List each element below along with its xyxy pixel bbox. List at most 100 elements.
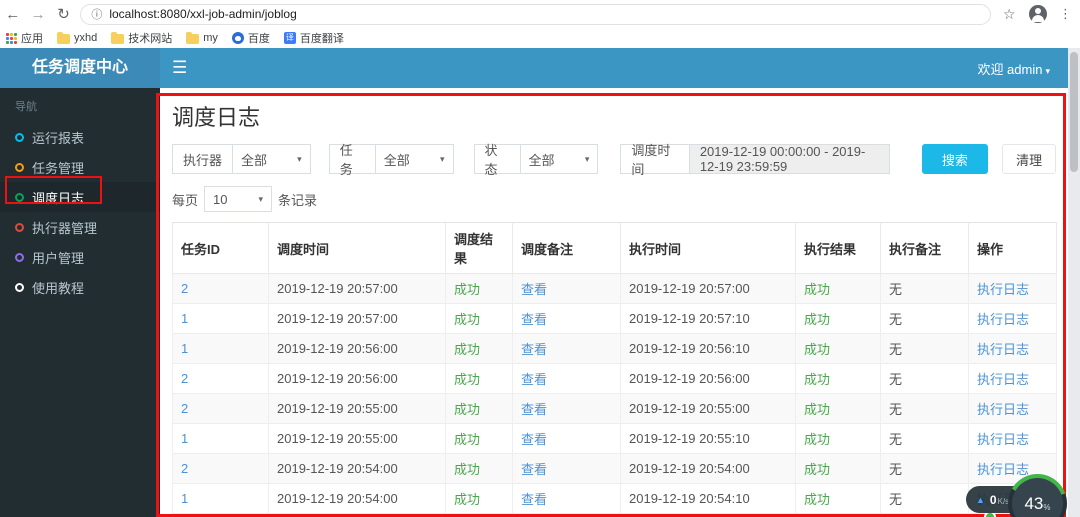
table-cell: 2 — [172, 453, 269, 484]
pagesize-select[interactable]: 10 ▾ — [204, 186, 273, 212]
exec-log-link[interactable]: 执行日志 — [977, 432, 1029, 447]
table-cell: 2019-12-19 20:55:10 — [620, 423, 796, 454]
sidebar-item-用户管理[interactable]: 用户管理 — [0, 242, 160, 272]
table-row: 2 2019-12-19 20:56:00 成功 查看 2019-12-19 20:56… — [172, 363, 1057, 394]
table-cell: 1 — [172, 483, 269, 514]
bookmark-apps[interactable]: 应用 — [6, 30, 43, 46]
sidebar-item-调度日志[interactable]: 调度日志 — [0, 182, 160, 212]
page-scrollbar[interactable] — [1068, 48, 1080, 517]
table-cell: 执行日志 — [968, 363, 1057, 394]
sidebar: 导航 运行报表 任务管理 调度日志 执行器管理 用户管理 使用教程 — [0, 88, 160, 517]
sidebar-item-执行器管理[interactable]: 执行器管理 — [0, 212, 160, 242]
bookmark-folder-yxhd[interactable]: yxhd — [57, 31, 97, 44]
chevron-down-icon: ▾ — [440, 153, 445, 164]
job-id-link[interactable]: 2 — [181, 461, 188, 476]
table-cell: 无 — [880, 453, 969, 484]
bookmarks-bar: 应用 yxhd 技术网站 my 百度 译 百度翻译 — [0, 28, 1080, 48]
table-cell: 成功 — [445, 273, 513, 304]
dispatch-note-link[interactable]: 查看 — [521, 372, 547, 387]
bookmark-star-icon[interactable]: ☆ — [1003, 6, 1016, 23]
brand-logo[interactable]: 任务调度中心 — [0, 48, 160, 88]
dispatch-note-link[interactable]: 查看 — [521, 462, 547, 477]
job-id-link[interactable]: 1 — [181, 311, 188, 326]
column-header: 操作 — [968, 222, 1057, 274]
job-id-link[interactable]: 1 — [181, 341, 188, 356]
dispatch-note-link[interactable]: 查看 — [521, 342, 547, 357]
search-button[interactable]: 搜索 — [921, 144, 989, 174]
column-header: 调度备注 — [512, 222, 621, 274]
status-filter-label: 状态 — [473, 143, 520, 177]
profile-avatar[interactable] — [1029, 5, 1047, 23]
chevron-down-icon: ▾ — [1045, 65, 1050, 76]
sidebar-item-label: 调度日志 — [32, 190, 85, 206]
job-id-link[interactable]: 1 — [181, 431, 188, 446]
forward-icon[interactable]: → — [25, 6, 50, 23]
bookmark-folder-my[interactable]: my — [186, 31, 218, 44]
dispatch-note-link[interactable]: 查看 — [521, 312, 547, 327]
dispatch-time: 2019-12-19 20:56:00 — [277, 341, 398, 356]
job-select[interactable]: 全部 ▾ — [374, 144, 454, 174]
exec-result: 成功 — [804, 312, 831, 327]
table-cell: 成功 — [795, 363, 881, 394]
table-cell: 成功 — [795, 483, 881, 514]
dispatch-note-link[interactable]: 查看 — [521, 282, 547, 297]
table-cell: 执行日志 — [968, 423, 1057, 454]
time-filter: 调度时间 2019-12-19 00:00:00 - 2019-12-19 23… — [620, 143, 890, 177]
chevron-down-icon: ▾ — [584, 153, 590, 164]
exec-log-link[interactable]: 执行日志 — [977, 312, 1029, 327]
job-id-link[interactable]: 2 — [181, 401, 188, 416]
exec-result: 成功 — [804, 372, 831, 387]
job-filter: 任务 全部 ▾ — [328, 143, 454, 177]
exec-log-link[interactable]: 执行日志 — [977, 402, 1029, 417]
executor-select[interactable]: 全部 ▾ — [232, 144, 311, 174]
page-info-icon[interactable]: ⓘ — [91, 6, 102, 22]
table-cell: 成功 — [795, 333, 881, 364]
table-cell: 成功 — [445, 333, 513, 364]
time-range-input[interactable]: 2019-12-19 00:00:00 - 2019-12-19 23:59:5… — [688, 144, 890, 174]
bookmark-folder-tech[interactable]: 技术网站 — [111, 30, 172, 46]
scrollbar-thumb[interactable] — [1070, 52, 1078, 172]
dispatch-note-link[interactable]: 查看 — [521, 492, 547, 507]
sidebar-item-运行报表[interactable]: 运行报表 — [0, 122, 160, 152]
table-cell: 2019-12-19 20:54:00 — [620, 453, 796, 484]
table-cell: 成功 — [445, 483, 513, 514]
apps-grid-icon — [6, 32, 17, 44]
sidebar-toggle-icon[interactable]: ☰ — [172, 58, 187, 78]
url-text[interactable]: localhost:8080/xxl-job-admin/joblog — [109, 7, 296, 21]
dispatch-note-link[interactable]: 查看 — [521, 402, 547, 417]
job-id-link[interactable]: 2 — [181, 371, 188, 386]
exec-log-link[interactable]: 执行日志 — [977, 372, 1029, 387]
translate-icon: 译 — [283, 32, 296, 44]
job-id-link[interactable]: 1 — [181, 491, 188, 506]
browser-menu-icon[interactable]: ⋮ — [1059, 6, 1072, 22]
table-cell: 查看 — [512, 273, 621, 304]
table-cell: 2019-12-19 20:55:00 — [268, 423, 446, 454]
back-icon[interactable]: ← — [0, 6, 25, 23]
job-id-link[interactable]: 2 — [181, 281, 188, 296]
exec-log-link[interactable]: 执行日志 — [977, 462, 1029, 477]
browser-toolbar: ← → ↻ ⓘ localhost:8080/xxl-job-admin/job… — [0, 0, 1080, 28]
reload-icon[interactable]: ↻ — [51, 5, 76, 23]
sidebar-item-使用教程[interactable]: 使用教程 — [0, 272, 160, 302]
table-cell: 查看 — [512, 513, 621, 517]
clear-button[interactable]: 清理 — [1002, 144, 1057, 174]
dispatch-note-link[interactable]: 查看 — [521, 432, 547, 447]
table-cell: 成功 — [445, 513, 513, 517]
table-cell: 2019-12-19 20:57:00 — [268, 303, 446, 334]
table-cell: 2019-12-19 20:57:00 — [268, 273, 446, 304]
folder-icon — [186, 31, 200, 44]
exec-log-link[interactable]: 执行日志 — [977, 342, 1029, 357]
user-dropdown[interactable]: 欢迎 admin ▾ — [977, 59, 1050, 78]
bookmark-baidu-translate[interactable]: 译 百度翻译 — [283, 30, 344, 46]
table-cell: 执行日志 — [968, 303, 1057, 334]
bookmark-baidu[interactable]: 百度 — [231, 30, 270, 46]
exec-log-link[interactable]: 执行日志 — [977, 282, 1029, 297]
sidebar-item-任务管理[interactable]: 任务管理 — [0, 152, 160, 182]
table-cell: 查看 — [512, 333, 621, 364]
table-row: 2 2019-12-19 20:55:00 成功 查看 2019-12-19 20:55… — [172, 393, 1057, 424]
table-cell: 2019-12-19 20:56:00 — [268, 363, 446, 394]
sidebar-item-label: 任务管理 — [32, 160, 85, 176]
status-select[interactable]: 全部 ▾ — [519, 144, 599, 174]
table-cell: 成功 — [445, 363, 513, 394]
address-bar[interactable]: ⓘ localhost:8080/xxl-job-admin/joblog — [80, 3, 991, 25]
